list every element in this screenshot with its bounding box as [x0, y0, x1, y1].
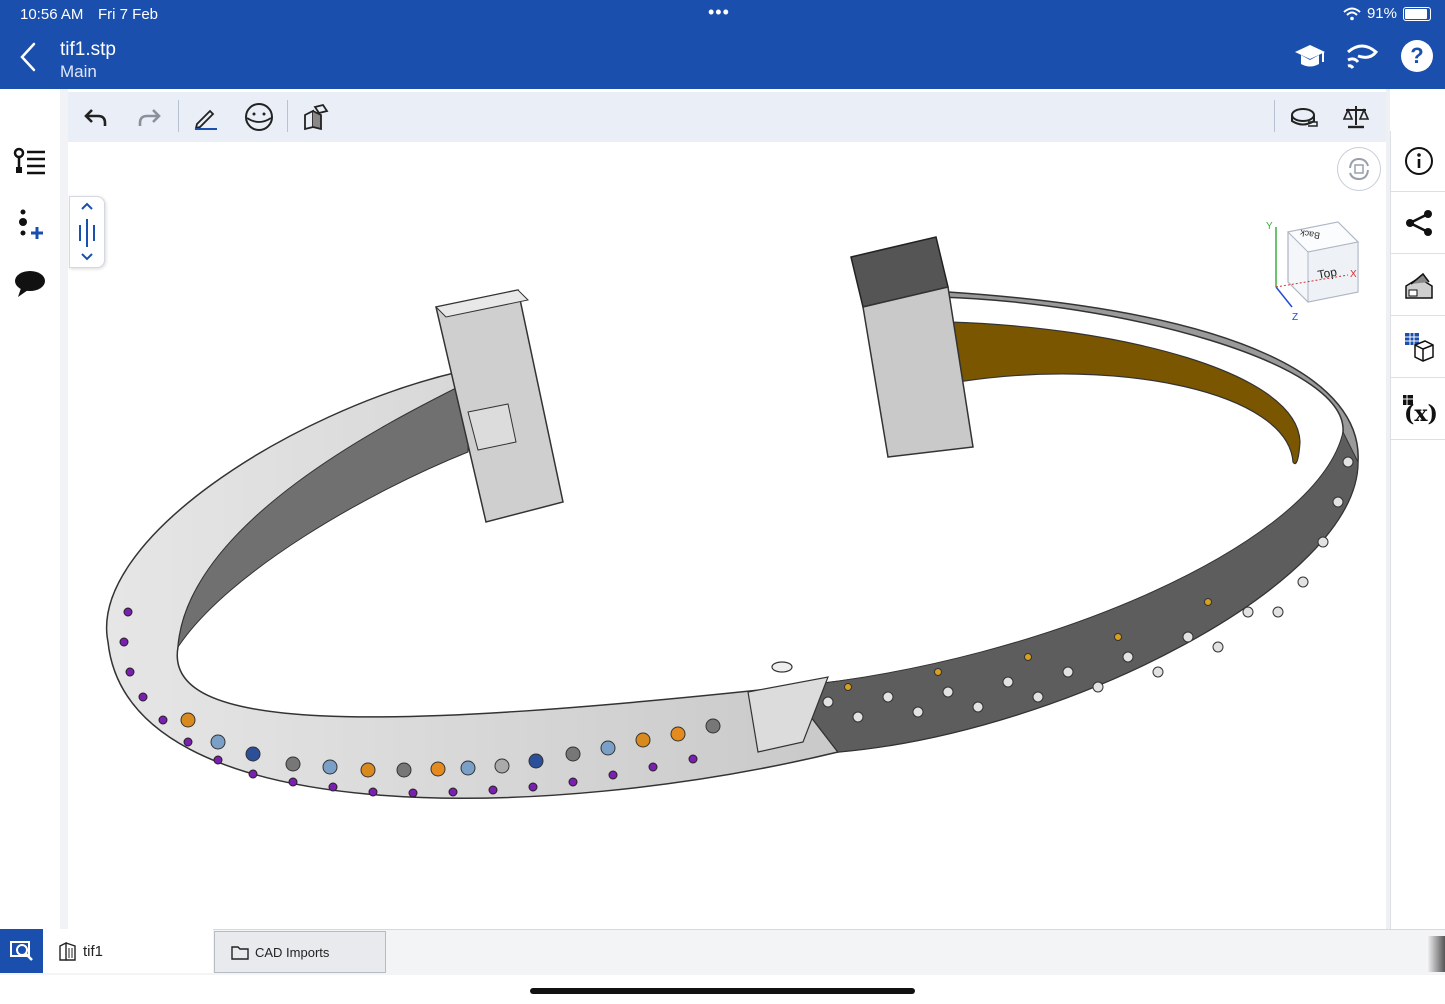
graphics-viewport[interactable]: Back Top Y Z X	[68, 142, 1386, 929]
feature-tree-slider[interactable]	[69, 196, 105, 268]
toolbar-divider	[287, 100, 288, 132]
left-rail-divider	[60, 89, 68, 929]
part-studio-icon	[59, 941, 76, 961]
tab-scroll-edge	[1428, 936, 1445, 972]
tab-folder-label: CAD Imports	[255, 944, 330, 960]
svg-text:?: ?	[1410, 43, 1423, 68]
parts-icon[interactable]	[298, 100, 332, 134]
back-chevron-icon[interactable]	[14, 40, 44, 74]
help-icon[interactable]: ?	[1399, 38, 1435, 74]
toolbar-divider	[178, 100, 179, 132]
axis-z-label: Z	[1292, 312, 1298, 323]
svg-text:(x): (x)	[1404, 401, 1437, 425]
status-date: Fri 7 Feb	[98, 6, 159, 23]
toolbar-divider	[1274, 100, 1275, 132]
tab-part-label: tif1	[83, 942, 104, 960]
appearance-icon[interactable]	[1391, 255, 1445, 316]
left-rail	[0, 89, 60, 929]
sketch-pencil-icon[interactable]	[189, 100, 223, 134]
add-mate-icon[interactable]	[10, 204, 50, 244]
view-cube[interactable]: Back Top Y Z X	[1258, 217, 1368, 327]
status-time: 10:56 AM	[20, 6, 84, 23]
undo-icon[interactable]	[79, 100, 113, 134]
share-icon[interactable]	[1391, 193, 1445, 254]
app-header: 10:56 AM Fri 7 Feb ••• 91% tif1.stp Main…	[0, 0, 1445, 89]
search-icon[interactable]	[0, 929, 43, 973]
axis-x-label: X	[1350, 269, 1357, 280]
mass-properties-icon[interactable]	[1339, 100, 1373, 134]
connect-icon[interactable]	[1344, 38, 1380, 74]
measure-tape-icon[interactable]	[1286, 100, 1320, 134]
rotate-icon[interactable]	[1337, 147, 1381, 191]
battery-icon	[1403, 6, 1431, 21]
folder-icon	[231, 946, 249, 960]
tab-part-studio[interactable]: tif1	[43, 929, 213, 973]
wifi-icon	[1343, 7, 1361, 20]
home-indicator[interactable]	[530, 988, 915, 994]
feature-list-icon[interactable]	[10, 143, 50, 183]
axis-y-label: Y	[1266, 221, 1273, 232]
right-rail: (x)	[1390, 131, 1445, 931]
learning-center-icon[interactable]	[1292, 38, 1328, 74]
variables-icon[interactable]: (x)	[1391, 379, 1445, 440]
tab-cad-imports[interactable]: CAD Imports	[214, 931, 386, 973]
configurations-icon[interactable]	[1391, 317, 1445, 378]
battery-percent: 91%	[1366, 5, 1397, 22]
comments-icon[interactable]	[10, 264, 50, 304]
main-toolbar	[68, 92, 1386, 142]
info-icon[interactable]	[1391, 131, 1445, 192]
plane-icon[interactable]	[242, 100, 276, 134]
bracelet-model[interactable]	[68, 142, 1386, 929]
workspace-name: Main	[60, 62, 97, 81]
status-right: 91%	[1343, 5, 1431, 22]
redo-icon[interactable]	[132, 100, 166, 134]
multitasking-dots[interactable]: •••	[708, 2, 730, 23]
document-title: tif1.stp	[60, 39, 116, 60]
